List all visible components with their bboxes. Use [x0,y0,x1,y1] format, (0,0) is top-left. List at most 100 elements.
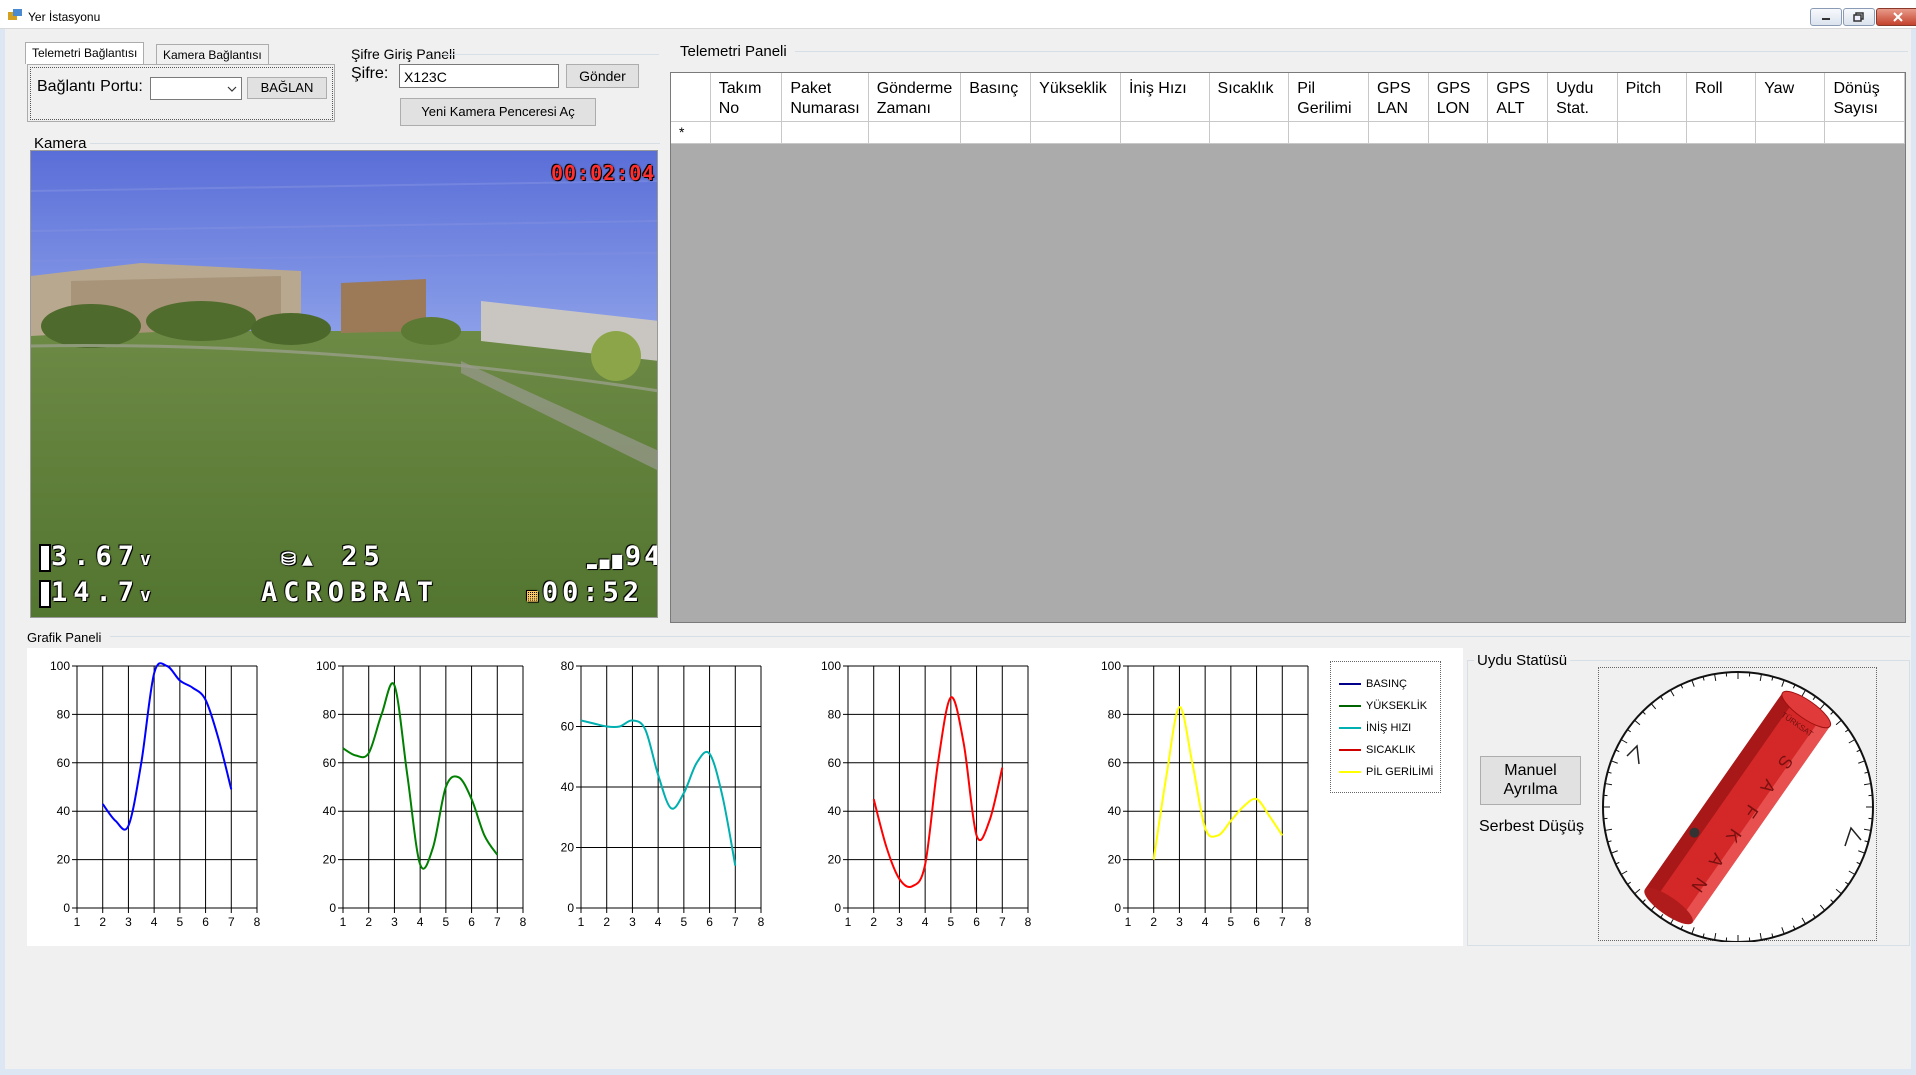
x-tick-label: 5 [681,915,688,929]
y-tick-label: 100 [821,659,841,673]
new-camera-window-button[interactable]: Yeni Kamera Penceresi Aç [400,98,596,126]
chart-group-border [110,636,1910,637]
y-tick-label: 0 [834,901,841,915]
grid-cell[interactable] [1120,121,1210,144]
column-header[interactable]: Yaw [1755,73,1826,122]
y-tick-label: 100 [50,659,70,673]
x-tick-label: 5 [443,915,450,929]
grid-cell[interactable] [1209,121,1290,144]
new-row-marker: * [671,121,711,144]
battery-icon [39,579,51,608]
column-header[interactable]: Yükseklik [1030,73,1121,122]
maximize-button[interactable] [1843,8,1875,26]
column-header[interactable]: Roll [1686,73,1757,122]
column-header[interactable]: Basınç [960,73,1032,122]
grid-cell[interactable] [1288,121,1369,144]
x-tick-label: 1 [1125,915,1132,929]
close-button[interactable] [1876,8,1916,26]
tab-telemetry-connection[interactable]: Telemetri Bağlantısı [25,42,145,64]
line-chart-4: 1 2 3 4 5 6 7 8020406080100 [821,659,1032,929]
telemetry-grid[interactable]: Takım No Paket Numarası Gönderme Zamanı Bas… [670,72,1906,623]
column-header[interactable]: Gönderme Zamanı [868,73,962,122]
password-input[interactable]: X123C [399,64,559,88]
column-header[interactable]: Pil Gerilimi [1288,73,1369,122]
legend-item: İNİŞ HIZI [1339,722,1411,734]
grid-cell[interactable] [1686,121,1757,144]
telemetry-header-row: Takım No Paket Numarası Gönderme Zamanı Bas… [671,73,1905,122]
column-header[interactable]: GPS ALT [1487,73,1549,122]
osd-satellites: ⛁▲ 25 [281,541,386,572]
column-header[interactable]: Uydu Stat. [1547,73,1618,122]
legend-swatch [1339,727,1361,729]
column-header[interactable]: Dönüş Sayısı [1824,73,1905,122]
grid-cell[interactable] [1030,121,1121,144]
row-header-corner [671,73,711,122]
y-tick-label: 20 [828,853,842,867]
y-tick-label: 0 [63,901,70,915]
y-tick-label: 40 [561,780,575,794]
x-tick-label: 2 [1150,915,1157,929]
x-tick-label: 5 [948,915,955,929]
column-header[interactable]: Takım No [710,73,783,122]
column-header[interactable]: GPS LAN [1368,73,1429,122]
telemetry-table: Takım No Paket Numarası Gönderme Zamanı Bas… [671,73,1905,144]
password-panel-title: Şifre Giriş Paneli [351,46,456,62]
y-tick-label: 40 [828,804,842,818]
series-line [1152,706,1284,860]
legend-label: İNİŞ HIZI [1366,722,1412,734]
legend-item: YÜKSEKLİK [1339,700,1427,712]
x-tick-label: 7 [1279,915,1286,929]
chevron-down-icon [227,86,237,92]
minimize-icon [1822,18,1830,20]
x-tick-label: 6 [706,915,713,929]
manual-separation-button[interactable]: Manuel Ayrılma [1480,756,1581,805]
grid-cell[interactable] [1547,121,1618,144]
grid-cell[interactable] [1368,121,1429,144]
window-title: Yer İstasyonu [28,10,101,24]
satellite-status-title: Uydu Statüsü [1474,652,1571,669]
y-tick-label: 100 [316,659,336,673]
grid-cell[interactable] [960,121,1032,144]
y-tick-label: 60 [1108,756,1122,770]
y-tick-label: 80 [323,707,337,721]
window-frame-right [1911,29,1916,1075]
telemetry-panel-title: Telemetri Paneli [680,43,787,60]
grid-cell[interactable] [1487,121,1549,144]
grid-cell[interactable] [1755,121,1826,144]
telemetry-new-row[interactable]: * [671,121,1905,144]
send-button[interactable]: Gönder [566,64,639,88]
column-header[interactable]: Pitch [1617,73,1688,122]
grid-cell[interactable] [868,121,962,144]
column-header[interactable]: Paket Numarası [781,73,869,122]
grid-cell[interactable] [710,121,783,144]
legend-label: BASINÇ [1366,678,1407,690]
attitude-svg: TÜRKSAT SAFKAN [1602,671,1874,943]
connect-button[interactable]: BAĞLAN [247,77,327,99]
x-tick-label: 6 [202,915,209,929]
password-label: Şifre: [351,65,389,82]
x-tick-label: 8 [254,915,261,929]
osd-rssi: ▂▄▆94 [587,541,657,572]
legend-label: YÜKSEKLİK [1366,700,1428,712]
column-header[interactable]: Sıcaklık [1209,73,1290,122]
legend-item: BASINÇ [1339,678,1407,690]
port-combobox[interactable] [150,77,242,100]
grid-cell[interactable] [781,121,869,144]
line-chart-1: 1 2 3 4 5 6 7 8020406080100 [50,659,261,929]
grid-cell[interactable] [1617,121,1688,144]
series-line [101,662,233,831]
tab-camera-connection[interactable]: Kamera Bağlantısı [156,44,269,64]
y-tick-label: 40 [323,804,337,818]
x-tick-label: 2 [99,915,106,929]
grid-cell[interactable] [1824,121,1905,144]
grid-cell[interactable] [1428,121,1489,144]
restore-icon [1853,12,1864,22]
x-tick-label: 2 [870,915,877,929]
x-tick-label: 5 [177,915,184,929]
y-tick-label: 40 [1108,804,1122,818]
y-tick-label: 80 [828,707,842,721]
column-header[interactable]: İniş Hızı [1120,73,1210,122]
column-header[interactable]: GPS LON [1428,73,1489,122]
legend-swatch [1339,683,1361,685]
minimize-button[interactable] [1810,8,1842,26]
